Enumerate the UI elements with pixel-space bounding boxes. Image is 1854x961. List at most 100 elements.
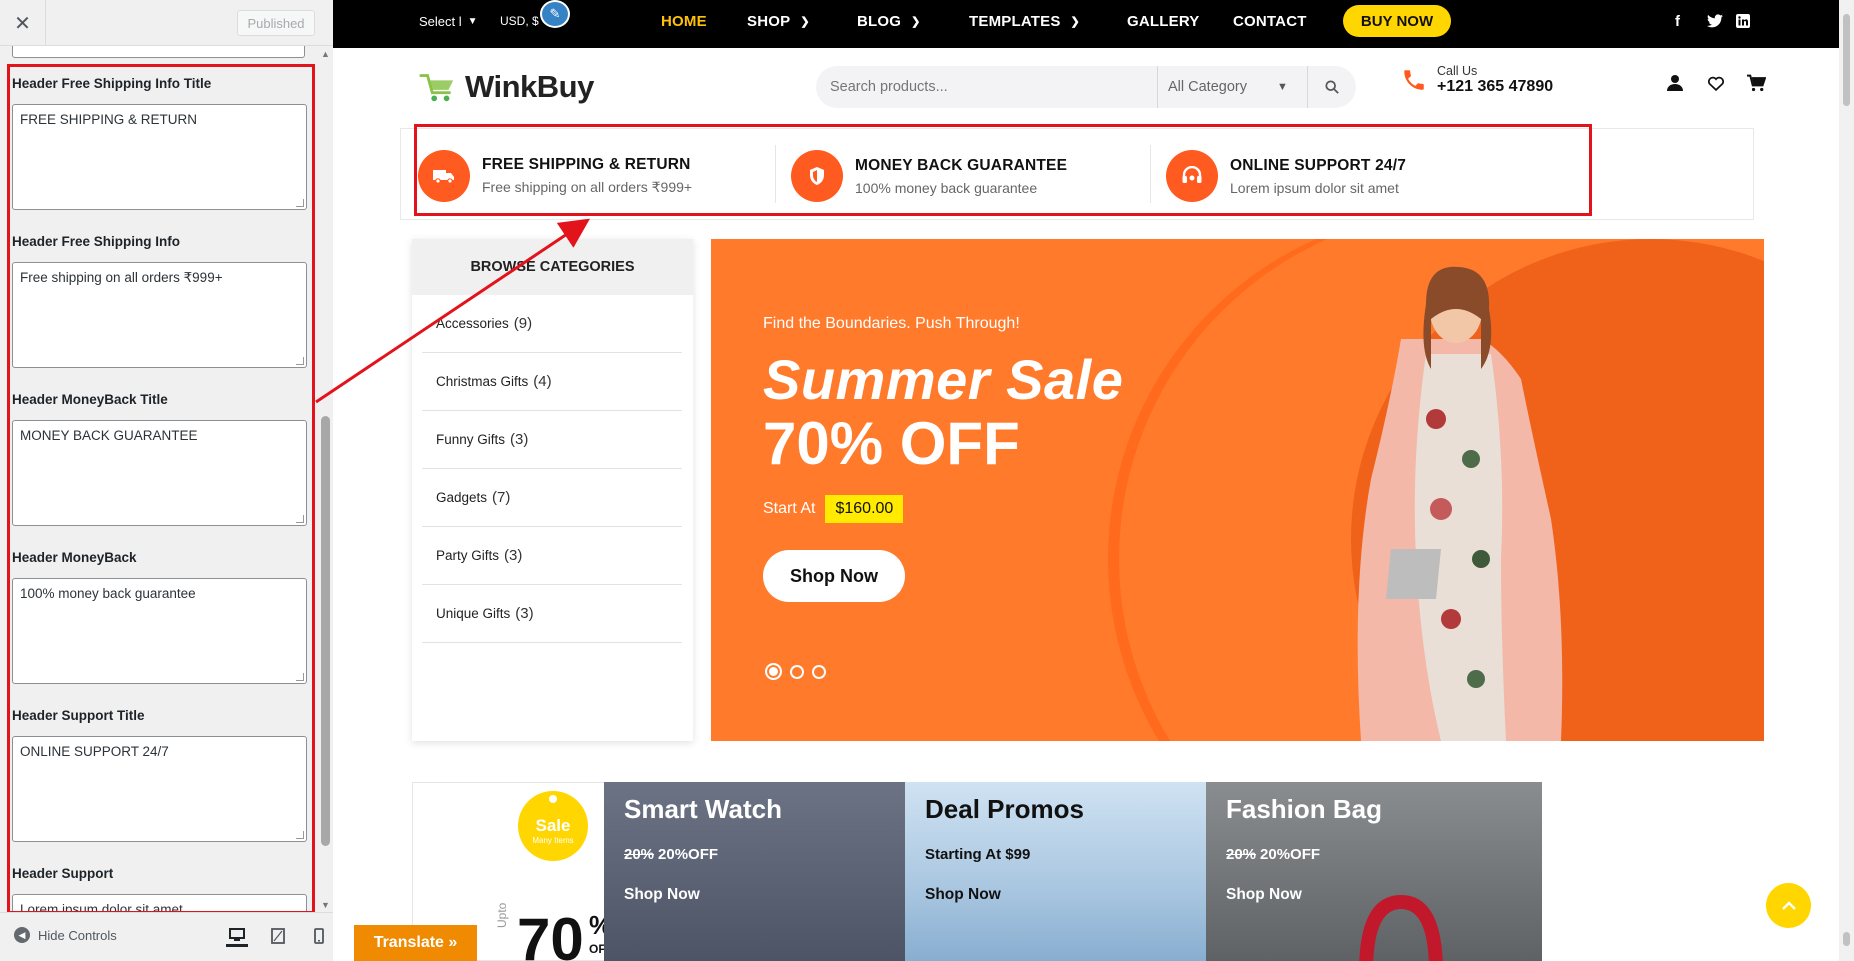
nav-blog-label: BLOG <box>857 12 902 30</box>
promo-shop-link[interactable]: Shop Now <box>624 886 700 904</box>
field-value: MONEY BACK GUARANTEE <box>20 428 198 443</box>
moneyback-title-input[interactable]: MONEY BACK GUARANTEE <box>12 420 307 526</box>
hero-offer: 70% OFF <box>763 410 1020 477</box>
resize-handle-icon[interactable] <box>296 357 304 365</box>
promo-title: Fashion Bag <box>1226 794 1383 824</box>
category-item[interactable]: Unique Gifts (3) <box>422 585 682 643</box>
tablet-icon[interactable] <box>267 925 289 947</box>
mobile-icon[interactable] <box>308 925 330 947</box>
resize-handle-icon[interactable] <box>296 673 304 681</box>
published-button[interactable]: Published <box>237 10 315 36</box>
desktop-icon[interactable] <box>226 925 248 947</box>
call-us[interactable]: Call Us +121 365 47890 <box>1401 64 1553 96</box>
scroll-thumb[interactable] <box>321 416 330 846</box>
account-icon[interactable] <box>1662 70 1688 96</box>
nav-gallery[interactable]: GALLERY <box>1127 0 1200 42</box>
twitter-icon[interactable] <box>1707 0 1723 42</box>
search-input[interactable] <box>830 66 1160 108</box>
free-shipping-title-input[interactable]: FREE SHIPPING & RETURN <box>12 104 307 210</box>
promo-deal[interactable]: Deal Promos Starting At $99 Shop Now <box>905 782 1241 961</box>
nav-templates[interactable]: TEMPLATES ❯ <box>969 0 1080 42</box>
resize-handle-icon[interactable] <box>296 515 304 523</box>
category-count: (9) <box>513 315 533 332</box>
field-support-title: Header Support Title ONLINE SUPPORT 24/7 <box>12 708 307 842</box>
cart-icon[interactable] <box>1743 70 1769 96</box>
scroll-down-icon[interactable]: ▼ <box>318 897 333 912</box>
previous-field-stub[interactable] <box>12 46 305 58</box>
promo-shop-link[interactable]: Shop Now <box>1226 886 1302 904</box>
field-label: Header Support Title <box>12 708 145 723</box>
panel-scrollbar[interactable]: ▲ ▼ <box>318 46 333 912</box>
support-title-input[interactable]: ONLINE SUPPORT 24/7 <box>12 736 307 842</box>
category-item[interactable]: Party Gifts (3) <box>422 527 682 585</box>
field-support: Header Support Lorem ipsum dolor sit ame… <box>12 866 307 912</box>
linkedin-icon[interactable] <box>1736 0 1750 42</box>
language-select-label: Select l <box>419 13 462 29</box>
nav-blog[interactable]: BLOG ❯ <box>857 0 921 42</box>
category-item[interactable]: Gadgets (7) <box>422 469 682 527</box>
promo-discount: Starting At $99 <box>925 846 1030 863</box>
promo-smart-watch[interactable]: Smart Watch 20% 20%OFF Shop Now <box>604 782 940 961</box>
free-shipping-info-input[interactable]: Free shipping on all orders ₹999+ <box>12 262 307 368</box>
collapse-icon: ◀ <box>14 927 30 943</box>
currency-select[interactable]: USD, $ <box>500 0 539 42</box>
category-count: (3) <box>515 605 534 622</box>
category-item[interactable]: Funny Gifts (3) <box>422 411 682 469</box>
slider-dot[interactable] <box>765 663 782 680</box>
bag-image <box>1359 894 1443 961</box>
sale-badge-sub: Many Items <box>532 835 574 845</box>
moneyback-input[interactable]: 100% money back guarantee <box>12 578 307 684</box>
field-free-shipping-info: Header Free Shipping Info Free shipping … <box>12 234 307 368</box>
feature-subtitle: Free shipping on all orders ₹999+ <box>482 179 693 195</box>
nav-home[interactable]: HOME <box>661 0 707 42</box>
panel-controls: Header Free Shipping Info Title FREE SHI… <box>0 46 318 912</box>
facebook-icon[interactable]: f <box>1675 0 1680 42</box>
edit-shortcut-icon[interactable]: ✎ <box>540 0 570 28</box>
site-preview: Select l ▼ USD, $ ✎ HOME SHOP ❯ BLOG ❯ TEMP… <box>333 0 1839 961</box>
resize-handle-icon[interactable] <box>296 831 304 839</box>
nav-shop[interactable]: SHOP ❯ <box>747 0 810 42</box>
nav-templates-label: TEMPLATES <box>969 12 1061 30</box>
category-item[interactable]: Christmas Gifts (4) <box>422 353 682 411</box>
wishlist-icon[interactable] <box>1703 70 1729 96</box>
feature-subtitle: 100% money back guarantee <box>855 179 1038 196</box>
support-input[interactable]: Lorem ipsum dolor sit amet <box>12 894 307 912</box>
preview-scrollbar[interactable] <box>1839 0 1854 961</box>
divider <box>1157 66 1158 108</box>
close-icon[interactable]: ✕ <box>0 0 46 46</box>
promo-title: Smart Watch <box>624 794 782 824</box>
feature-title: ONLINE SUPPORT 24/7 <box>1230 156 1407 174</box>
scroll-thumb[interactable] <box>1843 932 1850 946</box>
site-logo[interactable]: WinkBuy <box>419 68 594 106</box>
field-value: FREE SHIPPING & RETURN <box>20 112 198 127</box>
truck-icon <box>418 150 470 202</box>
promo-shop-link[interactable]: Shop Now <box>925 886 1001 904</box>
hide-controls-button[interactable]: ◀ Hide Controls <box>14 927 117 943</box>
resize-handle-icon[interactable] <box>296 199 304 207</box>
scroll-thumb[interactable] <box>1843 14 1850 106</box>
feature-text: ONLINE SUPPORT 24/7 Lorem ipsum dolor si… <box>1230 157 1406 196</box>
buy-now-button[interactable]: BUY NOW <box>1343 5 1451 37</box>
category-item[interactable]: Accessories (9) <box>422 295 682 353</box>
search-icon <box>1325 80 1339 94</box>
scroll-to-top-button[interactable] <box>1766 883 1811 928</box>
top-nav-bar: Select l ▼ USD, $ ✎ HOME SHOP ❯ BLOG ❯ TEMP… <box>333 0 1839 48</box>
field-label: Header Free Shipping Info Title <box>12 76 212 91</box>
search-button[interactable] <box>1308 66 1356 108</box>
nav-contact[interactable]: CONTACT <box>1233 0 1307 42</box>
promo-fashion-bag[interactable]: Fashion Bag 20% 20%OFF Shop Now <box>1206 782 1542 961</box>
translate-button[interactable]: Translate » <box>354 925 477 961</box>
search-bar: All Category ▼ <box>816 66 1356 108</box>
category-select[interactable]: All Category ▼ <box>1168 66 1288 108</box>
language-select[interactable]: Select l ▼ <box>419 0 478 42</box>
feature-text: MONEY BACK GUARANTEE 100% money back gua… <box>855 157 1067 196</box>
feature-support: ONLINE SUPPORT 24/7 Lorem ipsum dolor si… <box>1166 150 1406 202</box>
slider-dot[interactable] <box>790 664 804 679</box>
slider-dot[interactable] <box>812 664 826 679</box>
category-name: Christmas Gifts <box>436 374 529 389</box>
feature-subtitle: Lorem ipsum dolor sit amet <box>1230 179 1399 196</box>
feature-text: FREE SHIPPING & RETURN Free shipping on … <box>482 156 692 196</box>
call-us-text: Call Us +121 365 47890 <box>1437 64 1553 96</box>
scroll-up-icon[interactable]: ▲ <box>318 46 333 61</box>
shop-now-button[interactable]: Shop Now <box>763 550 905 602</box>
